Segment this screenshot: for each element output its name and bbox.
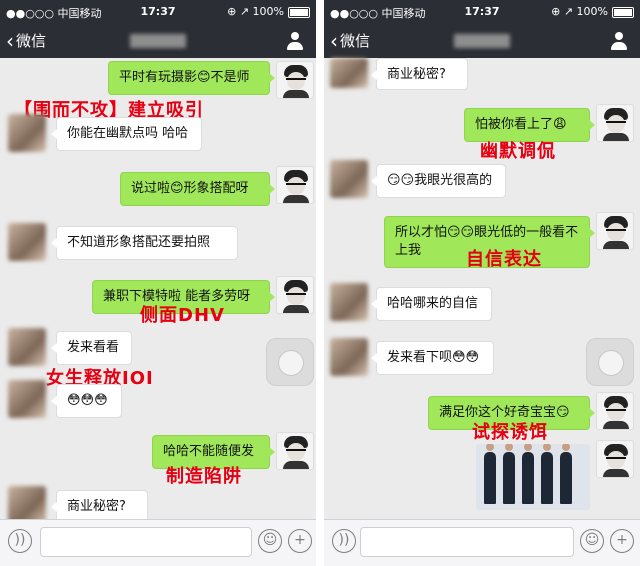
chat-screen-left: ●●○○○ 中国移动 17:37 ⊕ ↗ 100% ‹ 微信 平时有玩摄影😊不是… xyxy=(0,0,316,566)
contact-info-icon[interactable] xyxy=(610,32,628,50)
annotation-label: 制造陷阱 xyxy=(166,466,242,487)
sent-message: 平时有玩摄影😊不是师 xyxy=(108,61,275,95)
nav-bar: ‹ 微信 xyxy=(324,24,640,58)
received-message: 发来看下呗😳😳 xyxy=(371,341,494,375)
back-label: 微信 xyxy=(340,32,371,50)
status-bar: ●●○○○ 中国移动 17:37 ⊕ ↗ 100% xyxy=(0,0,316,24)
my-avatar[interactable] xyxy=(276,61,314,99)
annotation-label: 侧面DHV xyxy=(140,305,225,326)
received-message: 😳😳😳 xyxy=(51,384,122,418)
voice-icon[interactable]: )) xyxy=(8,529,32,553)
chevron-left-icon: ‹ xyxy=(6,28,14,53)
status-bar: ●●○○○ 中国移动 17:37 ⊕ ↗ 100% xyxy=(324,0,640,24)
assistive-touch-button[interactable] xyxy=(266,338,314,386)
annotation-label: 幽默调侃 xyxy=(480,141,556,162)
panel-divider xyxy=(316,0,324,566)
contact-avatar[interactable] xyxy=(8,223,46,261)
annotation-label: 自信表达 xyxy=(466,249,542,270)
contact-avatar[interactable] xyxy=(8,380,46,418)
my-avatar[interactable] xyxy=(276,166,314,204)
contact-name-blurred xyxy=(130,34,186,48)
message-input[interactable] xyxy=(360,527,574,557)
received-message: 你能在幽默点吗 哈哈 xyxy=(51,117,202,151)
battery-icon xyxy=(612,7,634,18)
my-avatar[interactable] xyxy=(276,276,314,314)
photo-figure xyxy=(560,444,572,504)
input-bar: )) ☺ + xyxy=(0,519,316,566)
received-message: 不知道形象搭配还要拍照 xyxy=(51,226,238,260)
my-avatar[interactable] xyxy=(276,432,314,470)
received-message: 发来看看 xyxy=(51,331,132,365)
back-button[interactable]: ‹ 微信 xyxy=(6,30,46,51)
contact-avatar[interactable] xyxy=(330,58,368,88)
contact-avatar[interactable] xyxy=(330,338,368,376)
annotation-label: 试探诱饵 xyxy=(472,422,548,443)
received-message: 商业秘密? xyxy=(51,490,148,522)
received-message: 哈哈哪来的自信 xyxy=(371,287,492,321)
photo-figure xyxy=(484,444,496,504)
nav-bar: ‹ 微信 xyxy=(0,24,316,58)
contact-avatar[interactable] xyxy=(330,160,368,198)
assistive-touch-button[interactable] xyxy=(586,338,634,386)
message-input[interactable] xyxy=(40,527,252,557)
contact-avatar[interactable] xyxy=(8,114,46,152)
contact-avatar[interactable] xyxy=(330,283,368,321)
photo-figure xyxy=(541,444,553,504)
my-avatar[interactable] xyxy=(596,212,634,250)
back-button[interactable]: ‹ 微信 xyxy=(330,30,370,51)
plus-button[interactable]: + xyxy=(610,529,634,553)
contact-name-blurred xyxy=(454,34,510,48)
contact-info-icon[interactable] xyxy=(286,32,304,50)
received-message: 😏😏我眼光很高的 xyxy=(371,164,506,198)
chat-screen-right: ●●○○○ 中国移动 17:37 ⊕ ↗ 100% ‹ 微信 商业秘密? 怕被你… xyxy=(324,0,640,566)
chevron-left-icon: ‹ xyxy=(330,28,338,53)
received-message: 商业秘密? xyxy=(371,58,468,90)
battery-label: ⊕ ↗ 100% xyxy=(227,5,284,18)
contact-avatar[interactable] xyxy=(8,328,46,366)
voice-icon[interactable]: )) xyxy=(332,529,356,553)
my-avatar[interactable] xyxy=(596,440,634,478)
sent-photo[interactable] xyxy=(476,444,590,510)
input-bar: )) ☺ + xyxy=(324,519,640,566)
back-label: 微信 xyxy=(16,32,47,50)
emoji-icon[interactable]: ☺ xyxy=(580,529,604,553)
battery-icon xyxy=(288,7,310,18)
emoji-icon[interactable]: ☺ xyxy=(258,529,282,553)
my-avatar[interactable] xyxy=(596,104,634,142)
battery-label: ⊕ ↗ 100% xyxy=(551,5,608,18)
my-avatar[interactable] xyxy=(596,392,634,430)
photo-figure xyxy=(522,444,534,504)
photo-figure xyxy=(503,444,515,504)
plus-button[interactable]: + xyxy=(288,529,312,553)
sent-message: 说过啦😊形象搭配呀 xyxy=(120,172,275,206)
